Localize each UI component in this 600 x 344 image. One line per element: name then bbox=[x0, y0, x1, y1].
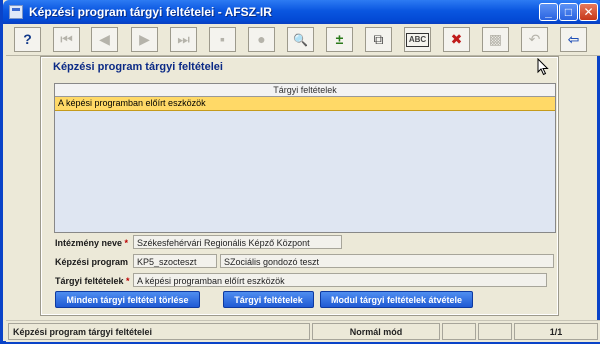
title-bar[interactable]: Képzési program tárgyi feltételei - AFSZ… bbox=[3, 0, 600, 24]
back-arrow-icon: ↶ bbox=[528, 31, 541, 47]
help-icon: ? bbox=[23, 31, 32, 47]
last-record-button[interactable]: ⏭ bbox=[170, 27, 197, 52]
required-marker: * bbox=[124, 238, 129, 248]
print-button[interactable]: ▩ bbox=[482, 27, 509, 52]
minimize-button[interactable]: _ bbox=[539, 3, 558, 21]
first-record-icon: ⏮ bbox=[60, 31, 73, 47]
last-record-icon: ⏭ bbox=[177, 31, 190, 47]
exit-icon: ⇦ bbox=[567, 31, 580, 47]
add-record-icon: ± bbox=[335, 31, 344, 47]
save-button[interactable]: ▪ bbox=[209, 27, 236, 52]
window-title: Képzési program tárgyi feltételei - AFSZ… bbox=[29, 5, 272, 19]
back-button[interactable]: ↶ bbox=[521, 27, 548, 52]
abc-list-button[interactable]: ABC bbox=[404, 27, 431, 52]
program-code-field[interactable]: KP5_szocteszt bbox=[133, 254, 217, 268]
search-icon: 🔍 bbox=[293, 33, 308, 47]
maximize-button[interactable]: □ bbox=[559, 3, 578, 21]
add-record-button[interactable]: ± bbox=[326, 27, 353, 52]
delete-all-conditions-button[interactable]: Minden tárgyi feltétel törlése bbox=[55, 291, 200, 308]
panel-title: Képzési program tárgyi feltételei bbox=[53, 61, 223, 73]
abc-list-icon: ABC bbox=[405, 33, 430, 47]
app-icon bbox=[9, 5, 23, 19]
grid-header-conditions[interactable]: Tárgyi feltételek bbox=[55, 84, 555, 97]
grid-row[interactable]: A képési programban előírt eszközök bbox=[55, 97, 555, 111]
institution-label-text: Intézmény neve bbox=[55, 238, 123, 248]
print-icon: ▩ bbox=[488, 31, 503, 47]
required-marker: * bbox=[126, 276, 130, 286]
help-button[interactable]: ? bbox=[14, 27, 41, 52]
undo-icon: ● bbox=[257, 31, 266, 47]
conditions-field[interactable]: A képési programban előírt eszközök bbox=[133, 273, 547, 287]
conditions-button[interactable]: Tárgyi feltételek bbox=[223, 291, 314, 308]
conditions-label: Tárgyi feltételek * bbox=[55, 276, 130, 286]
status-screen-name: Képzési program tárgyi feltételei bbox=[8, 323, 310, 340]
import-module-conditions-button[interactable]: Modul tárgyi feltételek átvétele bbox=[320, 291, 473, 308]
delete-record-button[interactable]: ✖ bbox=[443, 27, 470, 52]
close-button[interactable]: ✕ bbox=[579, 3, 598, 21]
first-record-button[interactable]: ⏮ bbox=[53, 27, 80, 52]
mouse-pointer-icon bbox=[537, 58, 549, 76]
status-mode: Normál mód bbox=[312, 323, 440, 340]
next-record-icon: ▶ bbox=[139, 31, 150, 47]
search-button[interactable]: 🔍 bbox=[287, 27, 314, 52]
status-record-counter: 1/1 bbox=[514, 323, 598, 340]
toolbar: ? ⏮ ◀ ▶ ⏭ ▪ ● 🔍 ± ⧉ ABC ✖ ▩ ↶ ⇦ bbox=[6, 24, 600, 56]
institution-field[interactable]: Székesfehérvári Regionális Képző Központ bbox=[133, 235, 342, 249]
delete-record-icon: ✖ bbox=[450, 31, 463, 47]
conditions-label-text: Tárgyi feltételek bbox=[55, 276, 124, 286]
program-label: Képzési program bbox=[55, 257, 129, 267]
save-icon: ▪ bbox=[220, 31, 225, 47]
copy-icon: ⧉ bbox=[373, 31, 384, 47]
status-bar: Képzési program tárgyi feltételei Normál… bbox=[6, 320, 600, 342]
status-empty-cell bbox=[478, 323, 512, 340]
status-empty-cell bbox=[442, 323, 476, 340]
previous-record-icon: ◀ bbox=[99, 31, 110, 47]
undo-button[interactable]: ● bbox=[248, 27, 275, 52]
institution-label: Intézmény neve * bbox=[55, 238, 128, 248]
exit-button[interactable]: ⇦ bbox=[560, 27, 587, 52]
program-name-field[interactable]: SZociális gondozó teszt bbox=[220, 254, 554, 268]
application-window: Képzési program tárgyi feltételei - AFSZ… bbox=[0, 0, 600, 344]
copy-button[interactable]: ⧉ bbox=[365, 27, 392, 52]
previous-record-button[interactable]: ◀ bbox=[91, 27, 118, 52]
conditions-grid[interactable]: Tárgyi feltételek A képési programban el… bbox=[54, 83, 556, 233]
next-record-button[interactable]: ▶ bbox=[131, 27, 158, 52]
